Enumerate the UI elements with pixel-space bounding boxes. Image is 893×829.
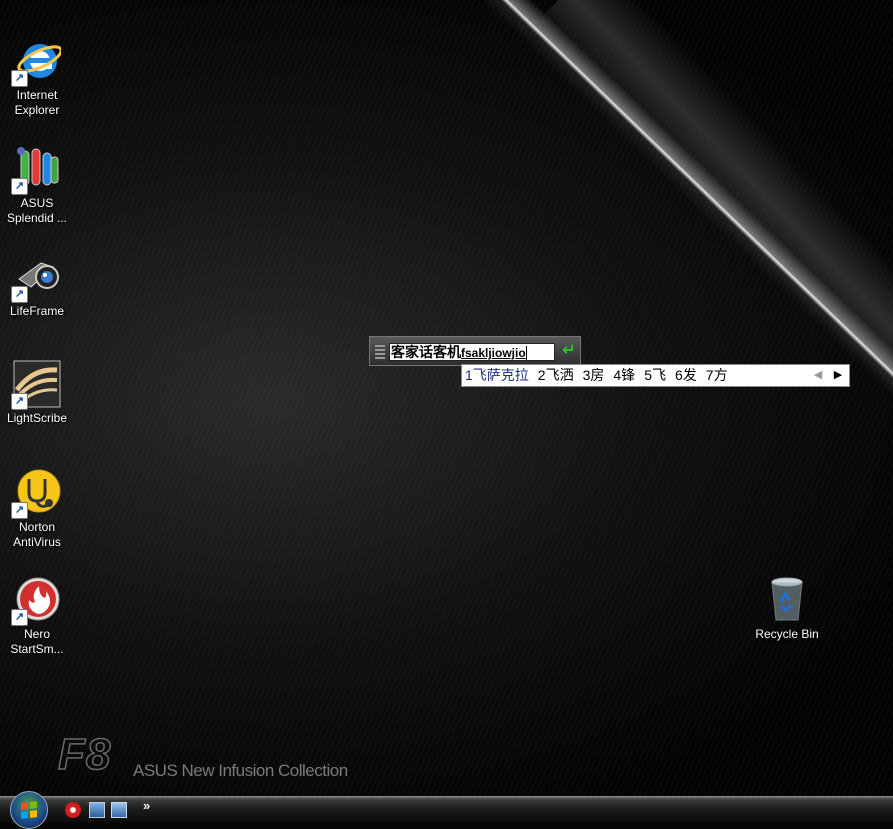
shortcut-arrow-icon: ↗ (11, 502, 28, 519)
next-page-icon[interactable]: ▶ (831, 365, 845, 386)
shortcut-arrow-icon: ↗ (11, 286, 28, 303)
desktop-icon-norton-antivirus[interactable]: ↗ Norton AntiVirus (1, 469, 73, 550)
ime-candidate[interactable]: 3房 (583, 365, 605, 386)
desktop-icon-label: Recycle Bin (755, 627, 819, 641)
desktop-icon-asus-splendid[interactable]: ↗ ASUS Splendid ... (1, 145, 73, 226)
quick-launch-show-desktop-icon[interactable] (89, 802, 105, 818)
ime-candidate[interactable]: 4锋 (613, 365, 635, 386)
ime-composition-bar: 客家话客机fsakljiowjio ↵ (369, 336, 581, 366)
shortcut-arrow-icon: ↗ (11, 393, 28, 410)
shortcut-arrow-icon: ↗ (11, 70, 28, 87)
desktop-icon-label: LightScribe (6, 411, 68, 425)
ime-candidate[interactable]: 2飞洒 (538, 365, 574, 386)
ime-candidate[interactable]: 7方 (706, 365, 728, 386)
ime-candidate-list: 1飞萨克拉 2飞洒 3房 4锋 5飞 6发 7方 ◀ ▶ (461, 364, 850, 387)
taskbar: » (0, 791, 893, 829)
previous-page-icon[interactable]: ◀ (811, 365, 825, 386)
desktop-icon-lifeframe[interactable]: ↗ LifeFrame (1, 253, 73, 319)
shortcut-arrow-icon: ↗ (11, 178, 28, 195)
ime-composed-text: 客家话客机 (391, 344, 461, 360)
desktop-icon-lightscribe[interactable]: ↗ LightScribe (1, 360, 73, 426)
ime-drag-handle[interactable] (375, 345, 385, 359)
lightscribe-icon: ↗ (11, 360, 61, 410)
ime-pinyin-text: fsakljiowjio (461, 346, 526, 360)
desktop-icon-internet-explorer[interactable]: ↗ Internet Explorer (1, 37, 73, 118)
shortcut-arrow-icon: ↗ (11, 609, 28, 626)
desktop-icon-label: ASUS Splendid ... (6, 196, 68, 225)
desktop-icon-nero-startsmart[interactable]: ↗ Nero StartSm... (1, 576, 73, 657)
recycle-bin-icon (763, 576, 811, 624)
windows-logo-icon (21, 801, 37, 819)
desktop-icon-label: Norton AntiVirus (13, 520, 61, 549)
text-caret (525, 346, 527, 360)
desktop-icon-recycle-bin[interactable]: Recycle Bin (751, 576, 823, 642)
ime-candidate[interactable]: 6发 (675, 365, 697, 386)
start-button[interactable] (10, 791, 48, 829)
desktop-icon-label: Internet Explorer (14, 88, 60, 117)
nero-startsmart-icon: ↗ (11, 576, 61, 626)
norton-antivirus-icon: ↗ (11, 469, 61, 519)
ime-candidate[interactable]: 1飞萨克拉 (465, 365, 529, 386)
desktop-icon-label: Nero StartSm... (10, 627, 64, 656)
quick-launch-more-icon[interactable]: » (143, 798, 150, 813)
wallpaper-tagline: ASUS New Infusion Collection (133, 761, 348, 780)
ime-candidate[interactable]: 5飞 (644, 365, 666, 386)
lifeframe-icon: ↗ (11, 253, 61, 303)
quick-launch-switch-windows-icon[interactable] (111, 802, 127, 818)
wallpaper-model-text: F8 (57, 729, 112, 780)
ime-composition-input[interactable]: 客家话客机fsakljiowjio (389, 343, 555, 361)
quick-launch-nero-icon[interactable] (65, 802, 81, 818)
asus-splendid-icon: ↗ (11, 145, 61, 195)
internet-explorer-icon: ↗ (11, 37, 63, 87)
enter-icon[interactable]: ↵ (560, 341, 578, 361)
desktop: F8 ASUS New Infusion Collection ↗ Intern… (0, 0, 893, 796)
desktop-icon-label: LifeFrame (9, 304, 65, 318)
